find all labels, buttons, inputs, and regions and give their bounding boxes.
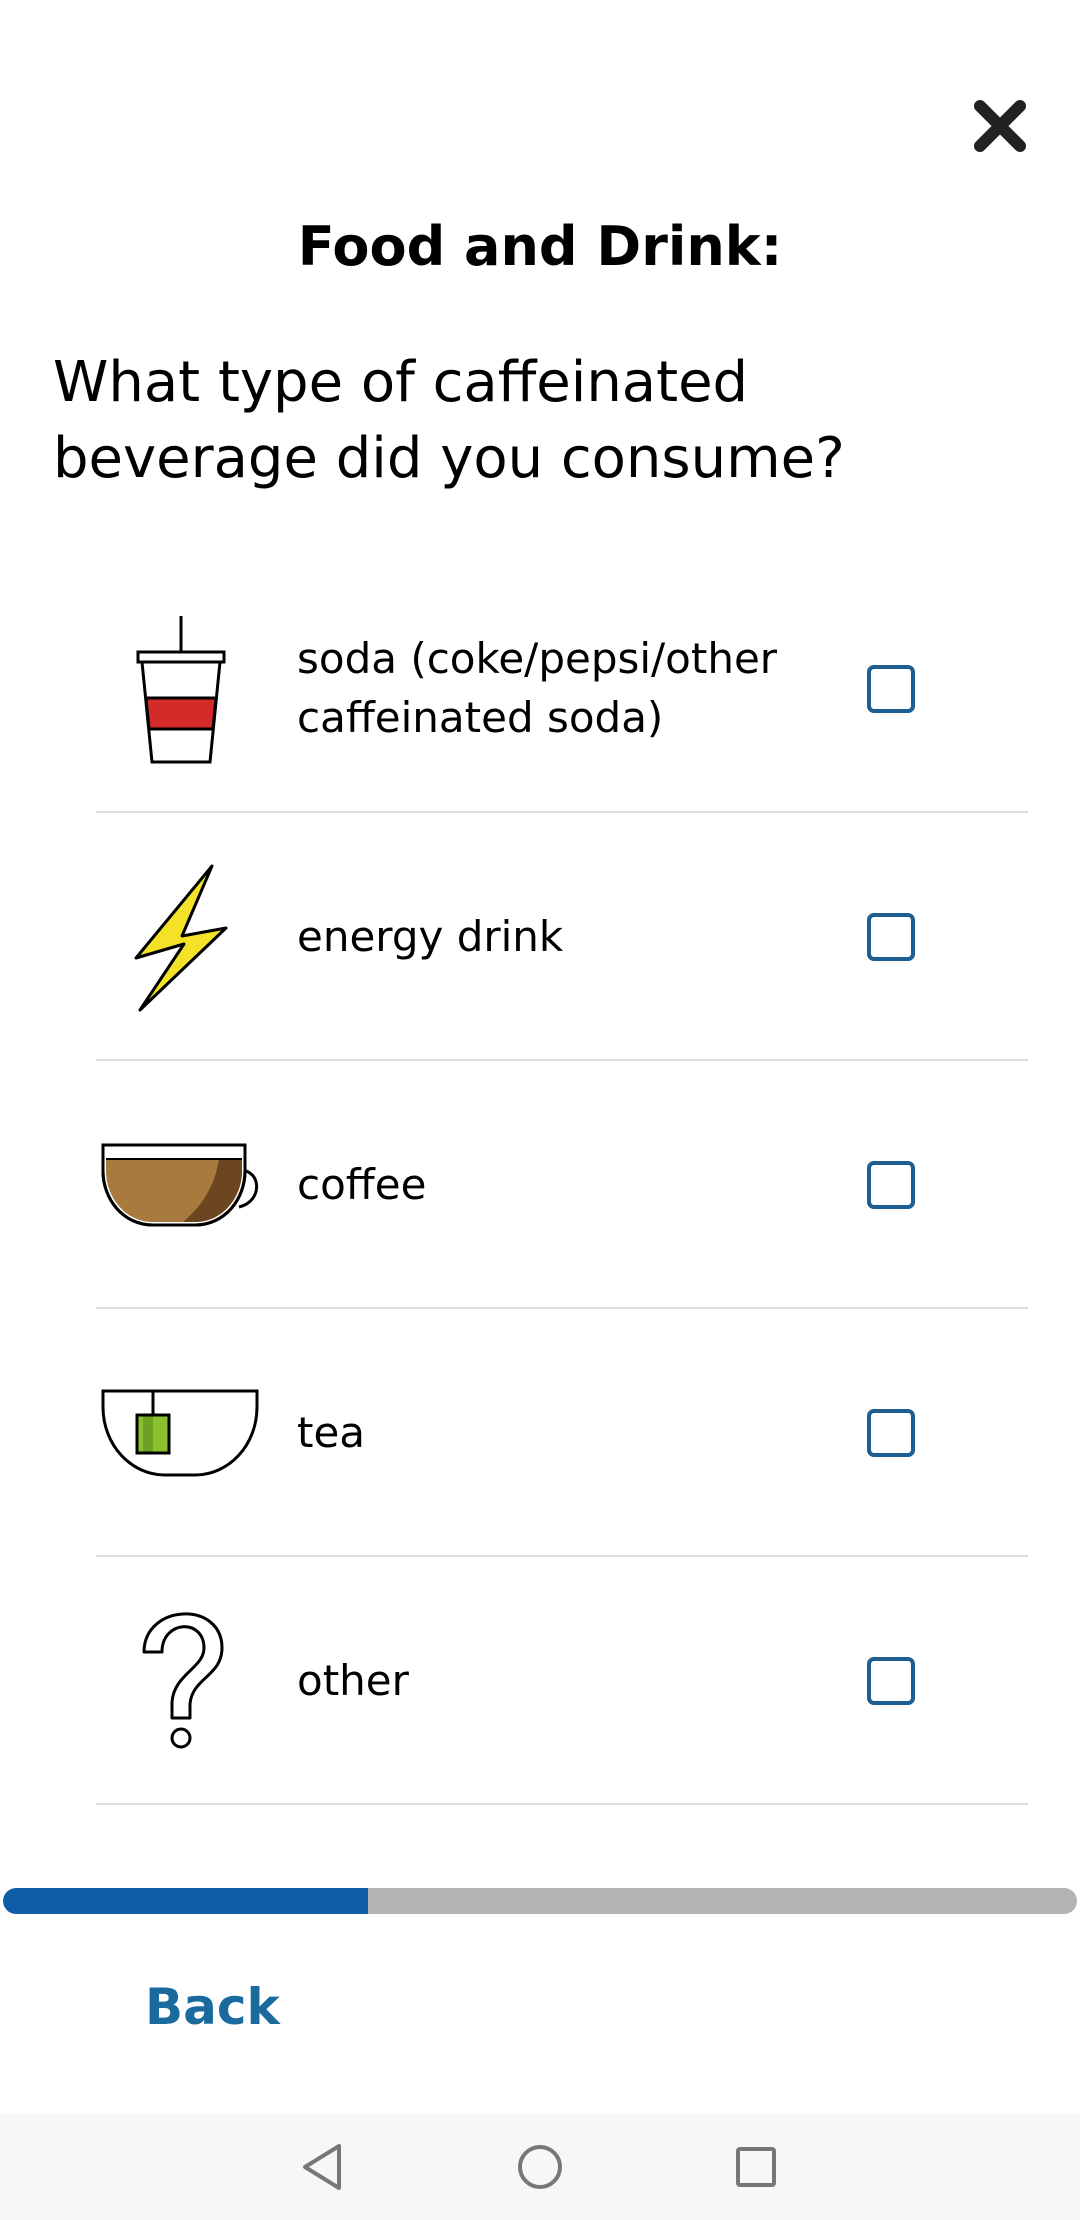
coffee-checkbox[interactable] <box>867 1161 915 1209</box>
option-label: soda (coke/pepsi/other caffeinated soda) <box>297 634 778 742</box>
option-label: energy drink <box>297 911 564 961</box>
square-recents-icon <box>736 2147 776 2187</box>
energy-drink-checkbox[interactable] <box>867 913 915 961</box>
nav-back-button[interactable] <box>290 2135 354 2199</box>
lightning-bolt-icon <box>96 862 266 1012</box>
option-label: other <box>297 1655 409 1705</box>
close-button[interactable] <box>960 86 1040 166</box>
option-coffee[interactable]: coffee <box>96 1061 1028 1309</box>
page-title: Food and Drink: <box>297 215 783 278</box>
option-tea[interactable]: tea <box>96 1309 1028 1557</box>
triangle-back-icon <box>303 2144 341 2190</box>
question-mark-icon <box>96 1606 266 1756</box>
option-other[interactable]: other <box>96 1557 1028 1805</box>
question-text: What type of caffeinated beverage did yo… <box>53 350 845 491</box>
progress-fill <box>3 1888 369 1914</box>
soda-cup-icon <box>96 614 266 764</box>
back-button[interactable]: Back <box>145 1978 280 2036</box>
close-icon <box>974 100 1026 152</box>
tea-checkbox[interactable] <box>867 1409 915 1457</box>
option-label: tea <box>297 1407 366 1457</box>
nav-recents-button[interactable] <box>724 2135 788 2199</box>
other-checkbox[interactable] <box>867 1657 915 1705</box>
progress-bar <box>3 1888 1077 1914</box>
option-soda[interactable]: soda (coke/pepsi/other caffeinated soda) <box>96 565 1028 813</box>
option-energy-drink[interactable]: energy drink <box>96 813 1028 1061</box>
nav-home-button[interactable] <box>508 2135 572 2199</box>
soda-checkbox[interactable] <box>867 665 915 713</box>
option-label: coffee <box>297 1159 427 1209</box>
circle-home-icon <box>518 2145 562 2189</box>
options-list: soda (coke/pepsi/other caffeinated soda)… <box>96 565 1028 1805</box>
tea-cup-icon <box>96 1358 266 1508</box>
coffee-cup-icon <box>96 1110 266 1260</box>
